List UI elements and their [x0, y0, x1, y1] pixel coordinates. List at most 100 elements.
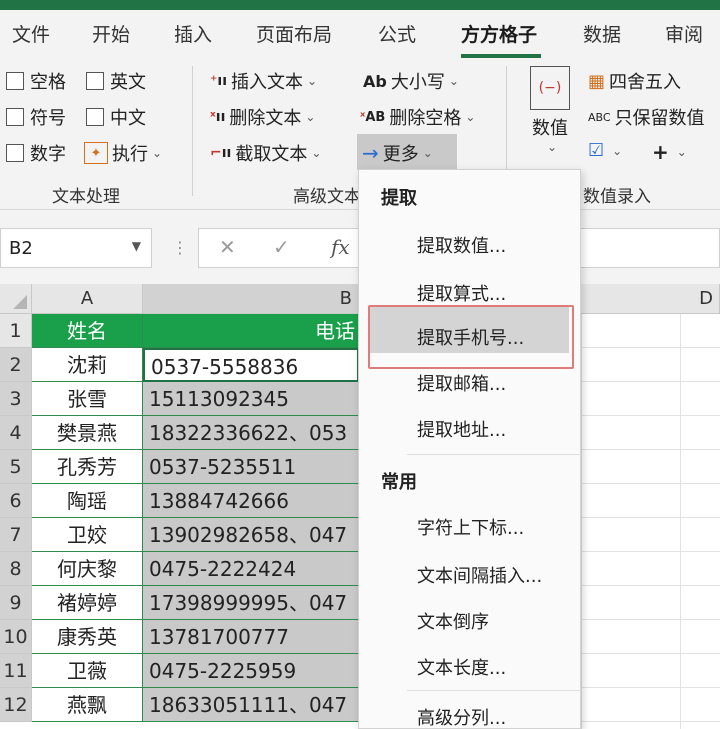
gridline — [581, 314, 582, 729]
cell-name[interactable]: 沈莉 — [32, 348, 143, 382]
row-header[interactable]: 5 — [0, 450, 32, 484]
tab-insert[interactable]: 插入 — [174, 20, 212, 47]
case-label: 大小写 — [390, 72, 445, 93]
more-dots-icon[interactable]: ⋮ — [172, 238, 188, 257]
tab-formulas[interactable]: 公式 — [378, 20, 416, 47]
checkbox-chinese[interactable]: 中文 — [86, 104, 146, 130]
round-button[interactable]: ▦ 四舍五入 — [588, 68, 681, 94]
delete-text-button[interactable]: ˣ ıı 删除文本 ⌄ — [210, 104, 315, 130]
tab-fangfang[interactable]: 方方格子 — [461, 20, 537, 47]
case-button[interactable]: Ab 大小写 ⌄ — [363, 68, 459, 94]
row-header[interactable]: 4 — [0, 416, 32, 450]
cell-phone[interactable]: 18322336622、053 — [143, 416, 359, 450]
tab-review[interactable]: 审阅 — [665, 20, 703, 47]
delete-space-button[interactable]: ˣ AB 删除空格 ⌄ — [360, 104, 475, 130]
fx-icon[interactable]: fx — [331, 235, 350, 259]
row-header[interactable]: 11 — [0, 654, 32, 688]
cell-name[interactable]: 孔秀芳 — [32, 450, 143, 484]
cell-phone[interactable]: 17398999995、047 — [143, 586, 359, 620]
name-box-value: B2 — [9, 238, 33, 259]
insert-text-button[interactable]: ⁺ ıı 插入文本 ⌄ — [210, 68, 317, 94]
checkbox-icon[interactable] — [6, 72, 24, 90]
row-header[interactable]: 10 — [0, 620, 32, 654]
cell-phone[interactable]: 13781700777 — [143, 620, 359, 654]
menu-item-reverse-text[interactable]: 文本倒序 — [417, 608, 489, 634]
cell-phone[interactable]: 18633051111、047 — [143, 688, 359, 722]
case-icon: Ab — [363, 71, 387, 91]
menu-item-interval-insert[interactable]: 文本间隔插入... — [417, 562, 542, 588]
cell-phone[interactable]: 0537-5235511 — [143, 450, 359, 484]
dropdown-arrow-icon[interactable]: ▼ — [132, 239, 141, 253]
keep-numeric-button[interactable]: ABC 只保留数值 — [588, 104, 705, 130]
numeric-value-button[interactable]: (−) 数值 ⌄ — [530, 66, 570, 154]
cell-name[interactable]: 陶瑶 — [32, 484, 143, 518]
name-box[interactable]: B2 ▼ — [0, 228, 152, 268]
row-header[interactable]: 12 — [0, 688, 32, 722]
cell-name[interactable]: 燕飘 — [32, 688, 143, 722]
tab-page-layout[interactable]: 页面布局 — [256, 20, 332, 47]
cell-phone[interactable]: 15113092345 — [143, 382, 359, 416]
menu-item-extract-formula[interactable]: 提取算式... — [417, 280, 506, 306]
header-cell-name[interactable]: 姓名 — [32, 314, 143, 348]
execute-label: 执行 — [112, 144, 148, 165]
cell-name[interactable]: 何庆黎 — [32, 552, 143, 586]
more-button[interactable]: → 更多 ⌄ — [362, 140, 433, 166]
cell-phone[interactable]: 13884742666 — [143, 484, 359, 518]
checkbox-icon[interactable] — [6, 144, 24, 162]
checkbox-space[interactable]: 空格 — [6, 68, 66, 94]
annotation-outline — [368, 305, 574, 369]
menu-separator — [407, 454, 581, 455]
cell-name[interactable]: 卫姣 — [32, 518, 143, 552]
column-header-b[interactable]: B — [143, 284, 359, 314]
execute-button[interactable]: ✦ 执行 ⌄ — [84, 140, 162, 166]
row-header[interactable]: 6 — [0, 484, 32, 518]
checkbox-icon[interactable] — [86, 72, 104, 90]
menu-item-extract-address[interactable]: 提取地址... — [417, 416, 506, 442]
checkbox-label: 空格 — [30, 72, 66, 93]
tab-file[interactable]: 文件 — [12, 20, 50, 47]
delete-space-icon: ˣ AB — [360, 109, 386, 125]
header-cell-phone[interactable]: 电话 — [143, 314, 359, 348]
row-header[interactable]: 8 — [0, 552, 32, 586]
menu-item-extract-value[interactable]: 提取数值... — [417, 232, 506, 258]
cell-phone[interactable]: 0537-5558836 — [143, 348, 359, 382]
cell-phone[interactable]: 0475-2225959 — [143, 654, 359, 688]
cell-phone[interactable]: 13902982658、047 — [143, 518, 359, 552]
row-header[interactable]: 1 — [0, 314, 32, 348]
chevron-down-icon: ⌄ — [612, 143, 623, 158]
menu-item-extract-email[interactable]: 提取邮箱... — [417, 370, 506, 396]
row-header[interactable]: 9 — [0, 586, 32, 620]
checkbox-symbol[interactable]: 符号 — [6, 104, 66, 130]
row-header[interactable]: 3 — [0, 382, 32, 416]
cell-name[interactable]: 褚婷婷 — [32, 586, 143, 620]
gridline — [680, 314, 681, 729]
menu-separator — [407, 690, 581, 691]
numeric-value-icon: (−) — [530, 66, 570, 110]
menu-section-extract: 提取 — [381, 188, 417, 209]
menu-item-advanced-split[interactable]: 高级分列... — [417, 704, 506, 729]
cancel-icon[interactable]: ✕ — [219, 235, 236, 259]
checkbox-icon[interactable] — [6, 108, 24, 126]
checkbox-icon[interactable] — [86, 108, 104, 126]
checkbox-label: 数字 — [30, 144, 66, 165]
row-header[interactable]: 2 — [0, 348, 32, 382]
column-header-d[interactable]: D — [581, 284, 720, 314]
checkbox-english[interactable]: 英文 — [86, 68, 146, 94]
checkbox-number[interactable]: 数字 — [6, 140, 66, 166]
column-header-a[interactable]: A — [32, 284, 143, 314]
row-header[interactable]: 7 — [0, 518, 32, 552]
menu-item-text-length[interactable]: 文本长度... — [417, 654, 506, 680]
cell-name[interactable]: 卫薇 — [32, 654, 143, 688]
menu-item-superscript[interactable]: 字符上下标... — [417, 514, 524, 540]
select-all-corner[interactable] — [0, 284, 32, 314]
cell-phone[interactable]: 0475-2222424 — [143, 552, 359, 586]
tab-data[interactable]: 数据 — [583, 20, 621, 47]
cell-name[interactable]: 康秀英 — [32, 620, 143, 654]
confirm-icon[interactable]: ✓ — [273, 235, 290, 259]
cell-name[interactable]: 樊景燕 — [32, 416, 143, 450]
tab-home[interactable]: 开始 — [92, 20, 130, 47]
plus-button[interactable]: + ⌄ — [652, 140, 687, 164]
checkbox-edit-button[interactable]: ☑ ⌄ — [588, 140, 622, 161]
cell-name[interactable]: 张雪 — [32, 382, 143, 416]
extract-text-button[interactable]: ⌐ ıı 截取文本 ⌄ — [210, 140, 321, 166]
